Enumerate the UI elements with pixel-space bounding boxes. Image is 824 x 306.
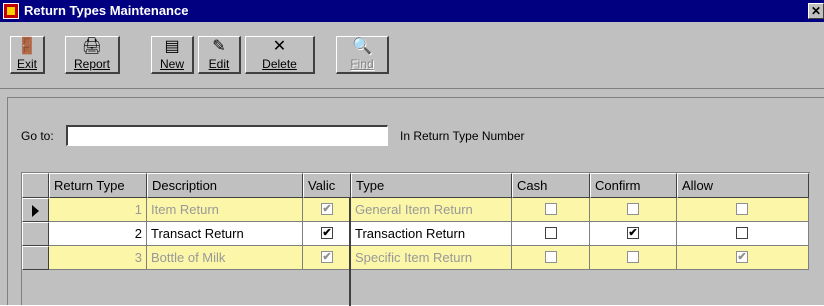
cash-checkbox[interactable] [545, 203, 557, 215]
cash-cell[interactable] [512, 198, 590, 222]
table-row[interactable]: 3 Bottle of Milk ✔ Specific Item Return … [22, 246, 809, 270]
column-header-cash[interactable]: Cash [512, 173, 590, 198]
confirm-checkbox[interactable] [627, 251, 639, 263]
cash-cell[interactable] [512, 246, 590, 270]
column-header-description[interactable]: Description [147, 173, 303, 198]
allow-cell[interactable]: ✔ [677, 246, 809, 270]
column-header-confirm[interactable]: Confirm [590, 173, 677, 198]
type-cell[interactable]: General Item Return [351, 198, 512, 222]
delete-button[interactable]: ✕ Delete [245, 36, 315, 74]
allow-checkbox[interactable] [736, 203, 748, 215]
goto-label: Go to: [21, 129, 54, 143]
allow-checkbox[interactable]: ✔ [736, 251, 748, 263]
valid-cell[interactable]: ✔ [303, 222, 351, 246]
allow-cell[interactable] [677, 222, 809, 246]
column-header-allow[interactable]: Allow [677, 173, 809, 198]
edit-record-icon: ✎ [212, 38, 226, 55]
row-selector[interactable] [22, 246, 49, 270]
table-row[interactable]: 1 Item Return ✔ General Item Return [22, 198, 809, 222]
report-button-label: Report [73, 57, 111, 71]
return-type-cell[interactable]: 2 [49, 222, 147, 246]
row-selector[interactable] [22, 198, 49, 222]
edit-button[interactable]: ✎ Edit [198, 36, 241, 74]
cash-cell[interactable] [512, 222, 590, 246]
report-button[interactable]: 🖨 Report [65, 36, 120, 74]
new-button[interactable]: ▤ New [151, 36, 194, 74]
delete-x-icon: ✕ [272, 38, 287, 55]
confirm-cell[interactable] [590, 198, 677, 222]
confirm-checkbox[interactable] [627, 203, 639, 215]
return-types-grid: Return Type Description Valic Type Cash … [21, 172, 810, 306]
find-button[interactable]: 🔍 Find [336, 36, 389, 74]
frozen-column-divider [349, 198, 351, 306]
current-row-arrow-icon [32, 205, 39, 217]
title-bar[interactable]: Return Types Maintenance ✕ [0, 0, 824, 22]
cash-checkbox[interactable] [545, 251, 557, 263]
valid-checkbox[interactable]: ✔ [321, 251, 333, 263]
column-header-valid[interactable]: Valic [303, 173, 351, 198]
exit-door-icon: 🚪 [17, 38, 37, 55]
column-header-return-type[interactable]: Return Type [49, 173, 147, 198]
return-types-window: Return Types Maintenance ✕ 🚪 Exit 🖨 Repo… [0, 0, 824, 306]
valid-checkbox[interactable]: ✔ [321, 203, 333, 215]
exit-button-label: Exit [16, 57, 37, 71]
exit-button[interactable]: 🚪 Exit [10, 36, 45, 74]
confirm-cell[interactable] [590, 246, 677, 270]
confirm-cell[interactable]: ✔ [590, 222, 677, 246]
table-row[interactable]: 2 Transact Return ✔ Transaction Return ✔ [22, 222, 809, 246]
description-cell[interactable]: Transact Return [147, 222, 303, 246]
description-cell[interactable]: Item Return [147, 198, 303, 222]
app-icon [3, 3, 19, 19]
type-cell[interactable]: Transaction Return [351, 222, 512, 246]
confirm-checkbox[interactable]: ✔ [627, 227, 639, 239]
goto-hint: In Return Type Number [400, 129, 525, 143]
toolbar: 🚪 Exit 🖨 Report ▤ New ✎ Edit ✕ Delete 🔍 … [0, 22, 824, 89]
column-header-type[interactable]: Type [351, 173, 512, 198]
type-cell[interactable]: Specific Item Return [351, 246, 512, 270]
valid-cell[interactable]: ✔ [303, 198, 351, 222]
valid-checkbox[interactable]: ✔ [321, 227, 333, 239]
printer-icon: 🖨 [81, 38, 103, 55]
cash-checkbox[interactable] [545, 227, 557, 239]
window-title: Return Types Maintenance [24, 3, 189, 18]
allow-checkbox[interactable] [736, 227, 748, 239]
binoculars-icon: 🔍 [352, 38, 372, 55]
find-button-label: Find [350, 57, 374, 71]
row-header-corner [22, 173, 49, 198]
close-button[interactable]: ✕ [808, 3, 824, 19]
allow-cell[interactable] [677, 198, 809, 222]
new-record-icon: ▤ [164, 38, 180, 55]
delete-button-label: Delete [262, 57, 297, 71]
new-button-label: New [159, 57, 184, 71]
description-cell[interactable]: Bottle of Milk [147, 246, 303, 270]
goto-input[interactable] [66, 125, 388, 146]
return-type-cell[interactable]: 3 [49, 246, 147, 270]
edit-button-label: Edit [208, 57, 230, 71]
valid-cell[interactable]: ✔ [303, 246, 351, 270]
row-selector[interactable] [22, 222, 49, 246]
return-type-cell[interactable]: 1 [49, 198, 147, 222]
